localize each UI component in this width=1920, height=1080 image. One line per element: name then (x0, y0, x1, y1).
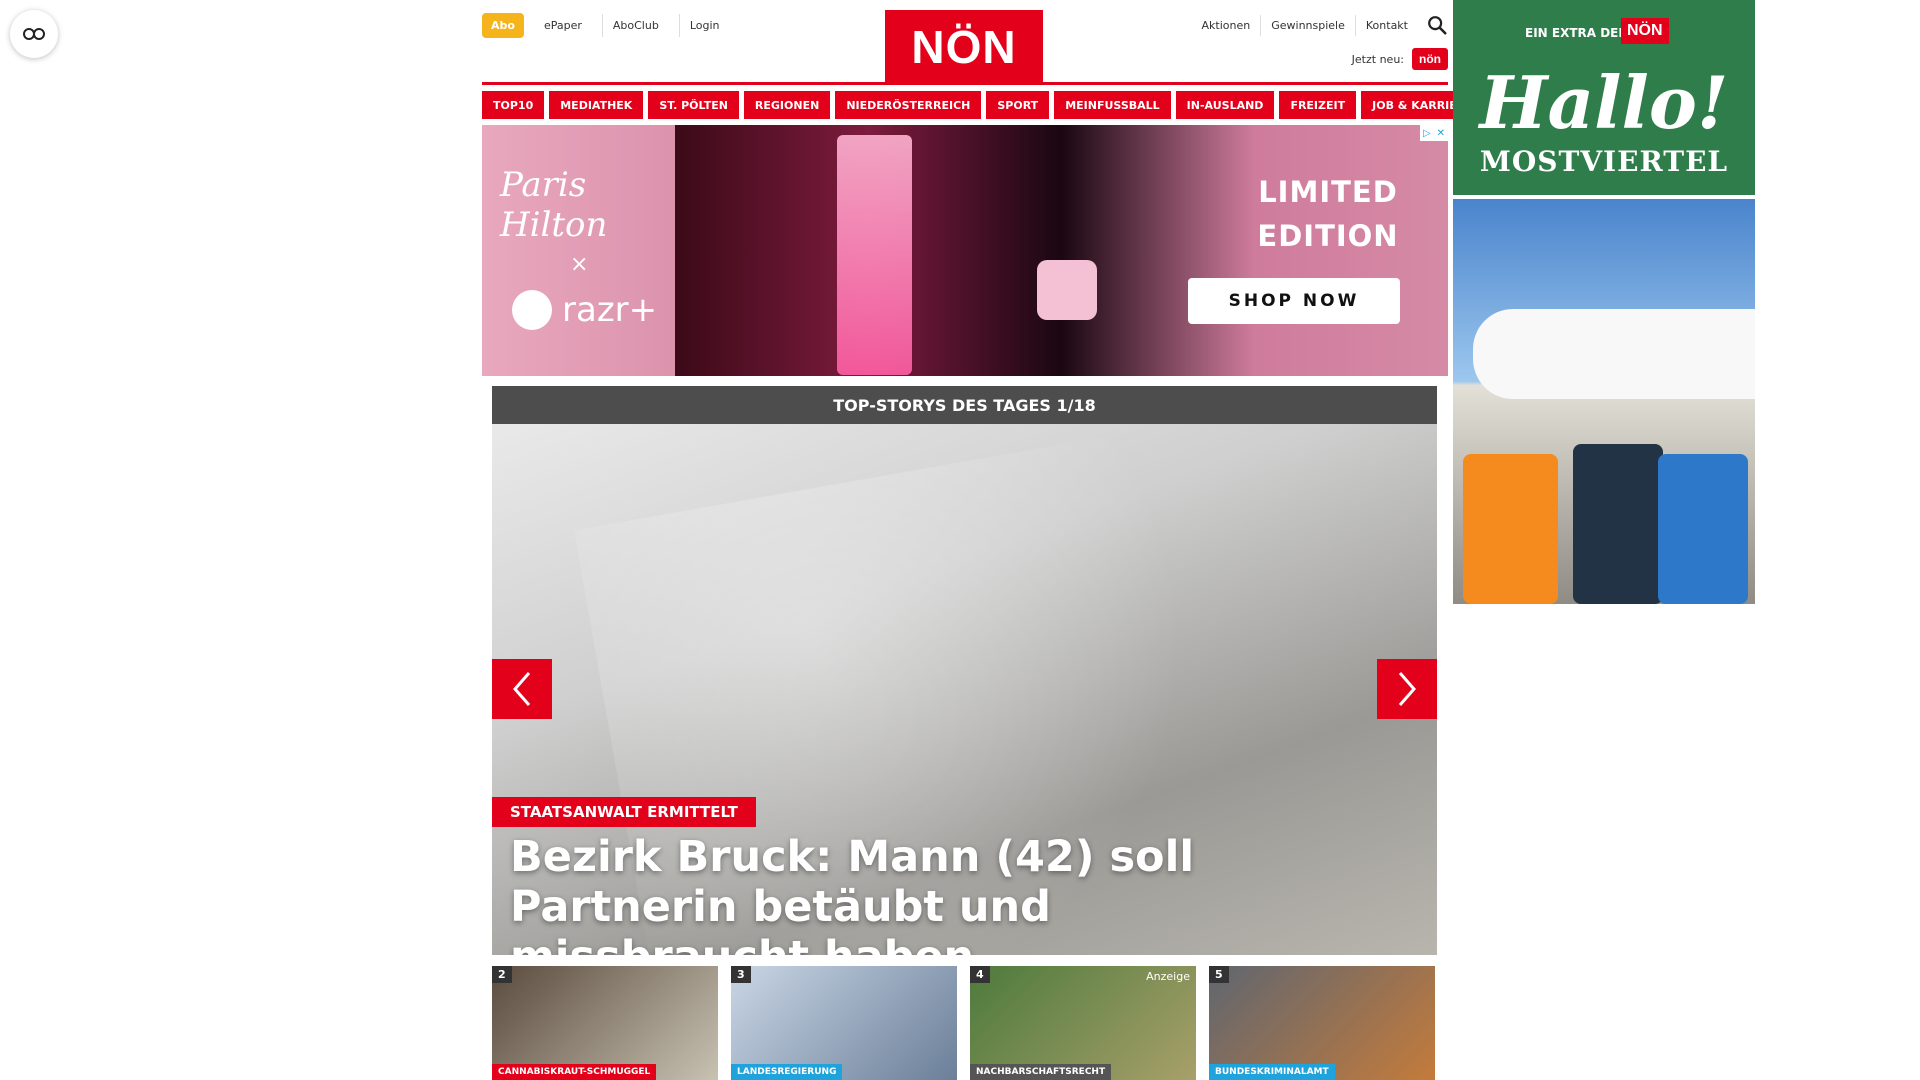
nav-item-niederoesterreich[interactable]: NIEDERÖSTERREICH (835, 91, 982, 119)
thumb-number: 2 (492, 966, 512, 983)
story-thumb[interactable]: 4 Anzeige NACHBARSCHAFTSRECHT (970, 966, 1196, 1080)
search-icon[interactable] (1426, 14, 1448, 36)
thumb-tag: CANNABISKRAUT-SCHMUGGEL (492, 1064, 657, 1080)
ad-title-line1: LIMITED (1258, 175, 1398, 209)
story-thumb[interactable]: 3 LANDESREGIERUNG (731, 966, 957, 1080)
nav-item-freizeit[interactable]: FREIZEIT (1279, 91, 1357, 119)
ad-banner[interactable]: ▷ ✕ Paris Hilton × razr+ LIMITED EDITION … (482, 125, 1448, 376)
ad-choices-icon[interactable]: ▷ ✕ (1420, 125, 1448, 141)
story-thumbnails: 2 CANNABISKRAUT-SCHMUGGEL 3 LANDESREGIER… (492, 966, 1437, 1080)
side-ad[interactable]: EIN EXTRA DER NÖN Hallo! MOSTVIERTEL (1453, 0, 1755, 604)
ad-product-bottle (837, 135, 912, 375)
top-stories: TOP-STORYS DES TAGES 1/18 STAATSANWALT E… (492, 386, 1437, 955)
header-rule (482, 82, 1448, 85)
hero-title[interactable]: Bezirk Bruck: Mann (42) soll Partnerin b… (510, 832, 1350, 955)
chevron-left-icon (513, 672, 531, 706)
nav-item-mediathek[interactable]: MEDIATHEK (549, 91, 644, 119)
thumb-number: 3 (731, 966, 751, 983)
jetzt-neu: Jetzt neu: nön (1352, 48, 1448, 70)
thumb-anzeige: Anzeige (1146, 970, 1190, 983)
header: Abo ePaper AboClub Login NÖN Aktionen Ge… (482, 0, 1448, 86)
luggage-blue (1658, 454, 1748, 604)
main-nav: TOP10 MEDIATHEK ST. PÖLTEN REGIONEN NIED… (482, 91, 1484, 119)
plane-shape (1473, 309, 1755, 399)
side-ad-image (1453, 199, 1755, 604)
story-thumb[interactable]: 2 CANNABISKRAUT-SCHMUGGEL (492, 966, 718, 1080)
ad-title-line2: EDITION (1257, 219, 1399, 253)
side-ad-noen-logo: NÖN (1621, 18, 1669, 44)
main-page: Abo ePaper AboClub Login NÖN Aktionen Ge… (482, 0, 1484, 1080)
header-right-links: Aktionen Gewinnspiele Kontakt (1192, 14, 1448, 36)
hero-story[interactable]: STAATSANWALT ERMITTELT Bezirk Bruck: Man… (492, 424, 1437, 955)
thumb-number: 4 (970, 966, 990, 983)
story-thumb[interactable]: 5 BUNDESKRIMINALAMT (1209, 966, 1435, 1080)
kontakt-link[interactable]: Kontakt (1354, 14, 1418, 36)
glasses-icon (23, 28, 45, 40)
ad-title: LIMITED EDITION (1248, 170, 1408, 258)
accessibility-button[interactable] (10, 10, 58, 58)
side-ad-mostviertel: MOSTVIERTEL (1479, 145, 1729, 178)
nav-item-in-ausland[interactable]: IN-AUSLAND (1175, 91, 1275, 119)
luggage-orange (1463, 454, 1558, 604)
nav-item-sport[interactable]: SPORT (986, 91, 1050, 119)
nav-item-top10[interactable]: TOP10 (482, 91, 545, 119)
prev-arrow-button[interactable] (492, 659, 552, 719)
nav-item-regionen[interactable]: REGIONEN (743, 91, 831, 119)
next-arrow-button[interactable] (1377, 659, 1437, 719)
nav-item-meinfussball[interactable]: MEINFUSSBALL (1054, 91, 1171, 119)
abo-button[interactable]: Abo (482, 13, 524, 38)
thumb-number: 5 (1209, 966, 1229, 983)
top-stories-header: TOP-STORYS DES TAGES 1/18 (492, 386, 1437, 424)
aktionen-link[interactable]: Aktionen (1192, 15, 1261, 36)
site-logo[interactable]: NÖN (885, 10, 1043, 83)
jetzt-neu-logo[interactable]: nön (1412, 48, 1448, 70)
aboclub-link[interactable]: AboClub (601, 14, 669, 37)
login-link[interactable]: Login (678, 14, 730, 37)
nav-item-st-poelten[interactable]: ST. PÖLTEN (648, 91, 739, 119)
epaper-link[interactable]: ePaper (534, 14, 592, 37)
luggage-dark (1573, 444, 1663, 604)
thumb-tag: NACHBARSCHAFTSRECHT (970, 1064, 1112, 1080)
gewinnspiele-link[interactable]: Gewinnspiele (1260, 14, 1355, 36)
ad-brand-text: Paris Hilton (500, 165, 608, 245)
ad-razr-logo: razr+ (512, 290, 657, 330)
thumb-tag: LANDESREGIERUNG (731, 1064, 843, 1080)
ad-razr-label: razr+ (562, 290, 658, 330)
motorola-icon (512, 290, 552, 330)
ad-x-symbol: × (570, 252, 589, 277)
side-ad-small-text: EIN EXTRA DER (1525, 26, 1628, 40)
jetzt-neu-label: Jetzt neu: (1351, 52, 1404, 66)
side-ad-top: EIN EXTRA DER NÖN Hallo! MOSTVIERTEL (1453, 0, 1755, 195)
thumb-tag: BUNDESKRIMINALAMT (1209, 1064, 1335, 1080)
shop-now-button[interactable]: SHOP NOW (1188, 278, 1400, 324)
side-ad-hallo: Hallo! (1479, 60, 1729, 145)
chevron-right-icon (1398, 672, 1416, 706)
hero-tag: STAATSANWALT ERMITTELT (492, 797, 756, 827)
ad-product-phone (1037, 260, 1097, 320)
header-left-links: Abo ePaper AboClub Login (482, 13, 730, 38)
